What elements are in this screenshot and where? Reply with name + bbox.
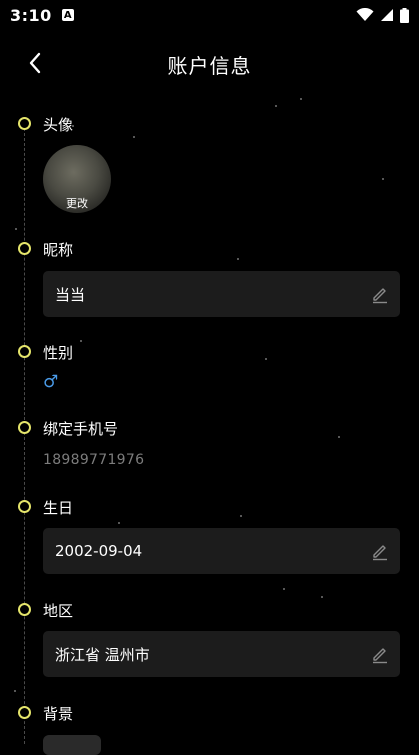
status-bar: 3:10 A: [0, 0, 419, 30]
timeline-line: [24, 128, 25, 744]
edit-icon[interactable]: [370, 284, 390, 304]
timeline-dot: [18, 706, 31, 719]
birthday-field[interactable]: 2002-09-04: [43, 528, 400, 574]
background-label: 背景: [43, 705, 74, 723]
background-thumbnail[interactable]: [43, 735, 101, 755]
edit-icon[interactable]: [370, 644, 390, 664]
edit-icon[interactable]: [370, 541, 390, 561]
avatar[interactable]: 更改: [43, 145, 111, 213]
page-title: 账户信息: [167, 54, 252, 78]
region-value: 浙江省 温州市: [55, 645, 150, 664]
wifi-icon: [356, 8, 374, 21]
status-time: 3:10: [10, 5, 52, 25]
timeline-dot: [18, 421, 31, 434]
nickname-label: 昵称: [43, 241, 74, 259]
gender-label: 性别: [43, 344, 74, 362]
app-bar: 账户信息: [0, 40, 419, 86]
birthday-label: 生日: [43, 499, 74, 517]
region-label: 地区: [43, 602, 74, 620]
male-icon: ♂: [43, 372, 59, 392]
timeline-dot: [18, 242, 31, 255]
phone-label: 绑定手机号: [43, 420, 119, 438]
battery-icon: [400, 7, 409, 23]
timeline-dot: [18, 345, 31, 358]
notification-a-icon: A: [61, 9, 74, 21]
timeline-dot: [18, 603, 31, 616]
nickname-field[interactable]: 当当: [43, 271, 400, 317]
phone-value: 18989771976: [43, 452, 145, 468]
timeline-dot: [18, 500, 31, 513]
signal-icon: [381, 9, 393, 21]
birthday-value: 2002-09-04: [55, 542, 143, 560]
avatar-change-label[interactable]: 更改: [43, 195, 111, 211]
timeline-dot: [18, 117, 31, 130]
region-field[interactable]: 浙江省 温州市: [43, 631, 400, 677]
avatar-label: 头像: [43, 116, 74, 134]
nickname-value: 当当: [55, 285, 86, 304]
